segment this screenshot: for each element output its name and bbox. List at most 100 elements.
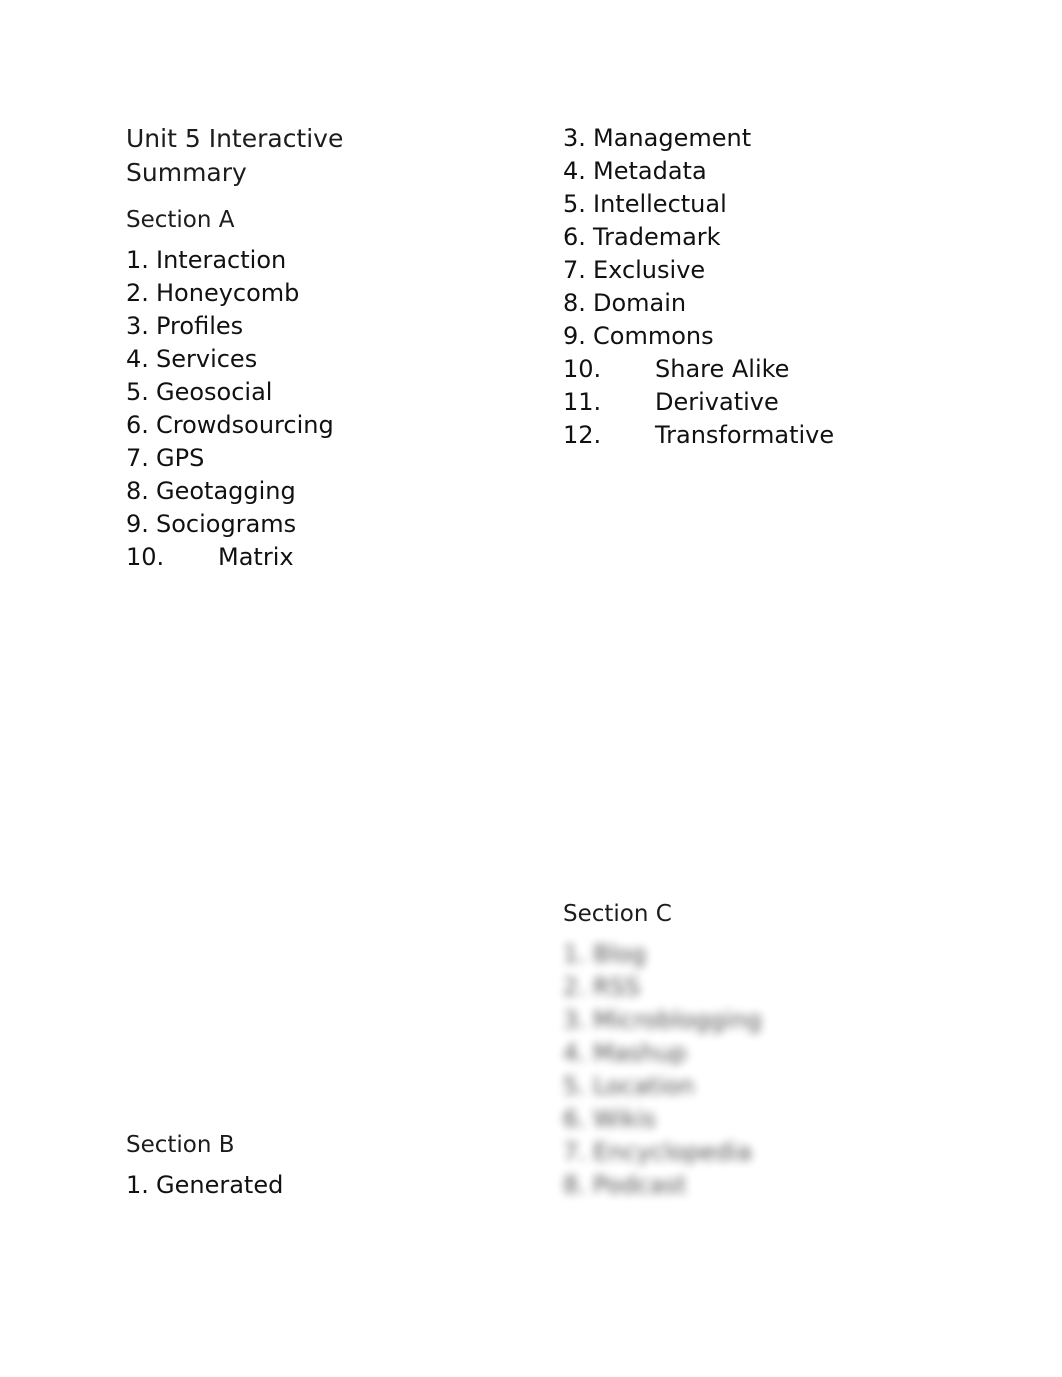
list-item: 8. Geotagging — [126, 475, 556, 508]
list-item-label: Metadata — [593, 157, 707, 185]
list-item-number: 3. — [563, 1006, 586, 1034]
list-item: 2. Honeycomb — [126, 277, 556, 310]
list-item-label: Geosocial — [156, 378, 273, 406]
document-page: Unit 5 Interactive Summary Section A 1. … — [0, 0, 1062, 1377]
list-item-label: Crowdsourcing — [156, 411, 334, 439]
list-item-label: Location — [593, 1072, 695, 1100]
list-item-number: 7. — [563, 1138, 586, 1166]
list-item-number: 4. — [563, 1039, 586, 1067]
list-item-label: Sociograms — [156, 510, 297, 538]
list-item-label: Management — [593, 124, 752, 152]
section-b-block: Section B 1. Generated — [126, 1129, 556, 1202]
list-item: 1. Interaction — [126, 244, 556, 277]
list-item-number: 10. — [126, 543, 165, 571]
list-item-number: 7. — [563, 256, 586, 284]
list-item-number: 7. — [126, 444, 149, 472]
list-item-label: Wikis — [593, 1105, 656, 1133]
list-item-number: 6. — [126, 411, 149, 439]
list-item-label: Generated — [156, 1171, 284, 1199]
list-item-number: 3. — [126, 312, 149, 340]
list-item: 5. Location — [563, 1070, 1003, 1103]
list-item: 5. Intellectual — [563, 188, 1003, 221]
list-item: 9. Sociograms — [126, 508, 556, 541]
list-item: 2. RSS — [563, 971, 1003, 1004]
list-item: 3. Management — [563, 122, 1003, 155]
list-item: 3. Profiles — [126, 310, 556, 343]
list-item-label: Exclusive — [593, 256, 706, 284]
list-item: 8. Domain — [563, 287, 1003, 320]
list-item-label: Derivative — [655, 388, 779, 416]
list-item-number: 2. — [126, 279, 149, 307]
list-item-number: 6. — [563, 223, 586, 251]
list-item-number: 5. — [563, 1072, 586, 1100]
list-item: 7. GPS — [126, 442, 556, 475]
list-item: 7. Exclusive — [563, 254, 1003, 287]
list-item-label: Podcast — [593, 1171, 687, 1199]
list-item-number: 4. — [126, 345, 149, 373]
list-item-number: 10. — [563, 355, 602, 383]
list-item-number: 11. — [563, 388, 602, 416]
page-title: Unit 5 Interactive Summary — [124, 122, 405, 190]
left-column: Unit 5 Interactive Summary Section A 1. … — [124, 122, 556, 574]
list-item-number: 1. — [126, 246, 149, 274]
section-c-heading: Section C — [563, 901, 672, 927]
list-item-number: 5. — [563, 190, 586, 218]
list-item: 12. Transformative — [563, 419, 1003, 452]
right-column: 3. Management 4. Metadata 5. Intellectua… — [563, 122, 1003, 452]
list-item: 3. Microblogging — [563, 1004, 1003, 1037]
list-item-label: Domain — [593, 289, 687, 317]
list-item-number: 6. — [563, 1105, 586, 1133]
list-item: 10. Share Alike — [563, 353, 1003, 386]
list-item-number: 1. — [126, 1171, 149, 1199]
section-b-heading: Section B — [126, 1132, 235, 1158]
list-item: 11. Derivative — [563, 386, 1003, 419]
list-item: 5. Geosocial — [126, 376, 556, 409]
list-item-label: Transformative — [655, 421, 835, 449]
list-item-label: Services — [156, 345, 258, 373]
list-item: 4. Services — [126, 343, 556, 376]
list-item-label: Share Alike — [655, 355, 790, 383]
list-item-number: 8. — [126, 477, 149, 505]
list-item-label: RSS — [593, 973, 641, 1001]
list-item: 8. Podcast — [563, 1169, 1003, 1202]
list-item-number: 9. — [126, 510, 149, 538]
section-a-heading: Section A — [126, 207, 235, 233]
list-item-label: Geotagging — [156, 477, 296, 505]
list-item: 7. Encyclopedia — [563, 1136, 1003, 1169]
list-item-label: Encyclopedia — [593, 1138, 752, 1166]
list-item-number: 5. — [126, 378, 149, 406]
list-item-label: Matrix — [218, 543, 294, 571]
section-b-list: 1. Generated — [126, 1169, 556, 1202]
list-item-label: Blog — [593, 940, 647, 968]
list-item-number: 4. — [563, 157, 586, 185]
list-item: 6. Crowdsourcing — [126, 409, 556, 442]
list-item-number: 8. — [563, 289, 586, 317]
list-item-label: Honeycomb — [156, 279, 300, 307]
list-item-number: 2. — [563, 973, 586, 1001]
list-item: 4. Metadata — [563, 155, 1003, 188]
list-item-label: Profiles — [156, 312, 244, 340]
section-a-list: 1. Interaction 2. Honeycomb 3. Profiles … — [126, 244, 556, 574]
list-item: 6. Wikis — [563, 1103, 1003, 1136]
list-item-number: 8. — [563, 1171, 586, 1199]
list-item-label: Mashup — [593, 1039, 687, 1067]
list-item: 6. Trademark — [563, 221, 1003, 254]
list-item: 1. Blog — [563, 938, 1003, 971]
list-item-number: 3. — [563, 124, 586, 152]
list-item-label: Intellectual — [593, 190, 727, 218]
list-item: 9. Commons — [563, 320, 1003, 353]
list-item-label: Trademark — [593, 223, 721, 251]
list-item-label: Interaction — [156, 246, 287, 274]
list-item-number: 1. — [563, 940, 586, 968]
section-c-list: 1. Blog 2. RSS 3. Microblogging 4. Mashu… — [563, 938, 1003, 1202]
list-item-label: GPS — [156, 444, 205, 472]
list-item: 1. Generated — [126, 1169, 556, 1202]
list-item-label: Microblogging — [593, 1006, 762, 1034]
list-item: 4. Mashup — [563, 1037, 1003, 1070]
list-item-label: Commons — [593, 322, 714, 350]
list-item-number: 9. — [563, 322, 586, 350]
section-c-block: Section C 1. Blog 2. RSS 3. Microbloggin… — [563, 898, 1003, 1202]
list-item-number: 12. — [563, 421, 602, 449]
section-a-continued-list: 3. Management 4. Metadata 5. Intellectua… — [563, 122, 1003, 452]
list-item: 10. Matrix — [126, 541, 556, 574]
